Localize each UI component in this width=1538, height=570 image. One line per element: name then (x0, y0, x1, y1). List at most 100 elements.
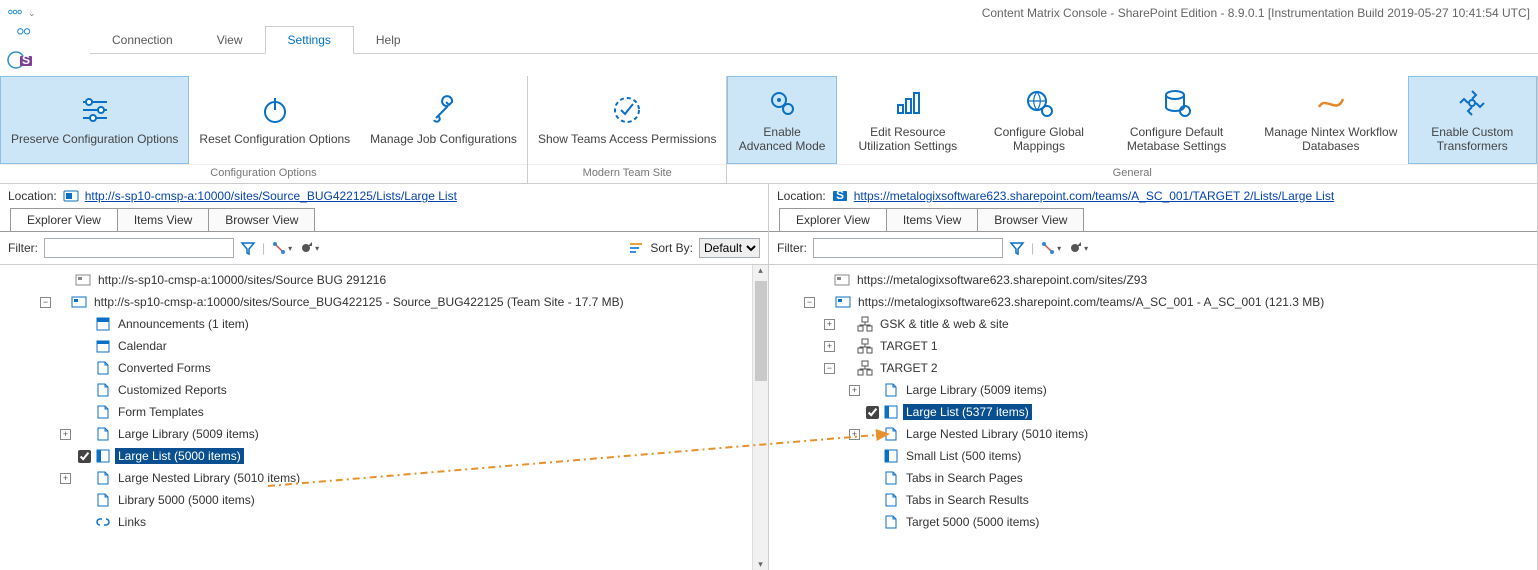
site-collection-icon (834, 272, 850, 288)
ribbon-enable-transformers[interactable]: Enable Custom Transformers (1408, 76, 1537, 164)
expander-minus[interactable]: − (804, 297, 815, 308)
refresh-icon[interactable]: ▾ (298, 240, 319, 256)
checkbox-large-list[interactable] (78, 450, 91, 463)
library-icon (95, 404, 111, 420)
tree-node-converted[interactable]: Converted Forms (115, 360, 214, 376)
ribbon-reset-config[interactable]: Reset Configuration Options (189, 76, 360, 164)
ribbon-show-teams-label: Show Teams Access Permissions (538, 132, 717, 146)
expander-plus[interactable]: + (824, 341, 835, 352)
ribbon-group-modern: Modern Team Site (528, 164, 727, 183)
tab-help[interactable]: Help (354, 27, 423, 53)
filter-label-right: Filter: (777, 241, 807, 255)
filter-input-left[interactable] (44, 238, 234, 258)
circles-row2-icon (6, 26, 44, 42)
ribbon-enable-advanced[interactable]: Enable Advanced Mode (727, 76, 836, 164)
tree-node-r-tabssp[interactable]: Tabs in Search Pages (903, 470, 1026, 486)
workflow-icon (1315, 87, 1347, 119)
ribbon-conf-global-label: Configure Global Mappings (989, 125, 1089, 154)
qat-dropdown-icon[interactable]: ⌄ (28, 8, 36, 19)
ribbon-preserve-config[interactable]: Preserve Configuration Options (0, 76, 189, 164)
filter-label-left: Filter: (8, 241, 38, 255)
filter-input-right[interactable] (813, 238, 1003, 258)
ribbon-group-config: Configuration Options (0, 164, 527, 183)
tree-node-z93[interactable]: https://metalogixsoftware623.sharepoint.… (854, 272, 1150, 288)
checkbox-large-list-target[interactable] (866, 406, 879, 419)
expander-minus[interactable]: − (824, 363, 835, 374)
left-tab-items[interactable]: Items View (117, 208, 209, 231)
tree-node-r-t5000[interactable]: Target 5000 (5000 items) (903, 514, 1042, 530)
sharepoint-app-icon: S (6, 46, 36, 74)
location-label-left: Location: (8, 189, 57, 203)
left-pane: Location: http://s-sp10-cmsp-a:10000/sit… (0, 184, 769, 570)
ribbon-enable-adv-label: Enable Advanced Mode (738, 125, 825, 154)
left-tree[interactable]: http://s-sp10-cmsp-a:10000/sites/Source … (0, 265, 768, 570)
tree-node-r-lnested[interactable]: Large Nested Library (5010 items) (903, 426, 1091, 442)
calendar-icon (95, 338, 111, 354)
tab-settings[interactable]: Settings (265, 26, 354, 54)
tree-node-gsk[interactable]: GSK & title & web & site (877, 316, 1012, 332)
tree-node-announcements[interactable]: Announcements (1 item) (115, 316, 252, 332)
funnel-icon[interactable] (1009, 240, 1025, 256)
ribbon-conf-meta-label: Configure Default Metabase Settings (1109, 125, 1244, 154)
location-link-right[interactable]: https://metalogixsoftware623.sharepoint.… (854, 189, 1334, 203)
tab-view[interactable]: View (195, 27, 265, 53)
expander-plus[interactable]: + (60, 473, 71, 484)
library-icon (883, 514, 899, 530)
ribbon-edit-resource[interactable]: Edit Resource Utilization Settings (837, 76, 979, 164)
tree-node-links[interactable]: Links (115, 514, 149, 530)
tree-node-large-library[interactable]: Large Library (5009 items) (115, 426, 262, 442)
ribbon-manage-job[interactable]: Manage Job Configurations (360, 76, 527, 164)
tree-node-r-tabssr[interactable]: Tabs in Search Results (903, 492, 1032, 508)
tree-node-form-templates[interactable]: Form Templates (115, 404, 207, 420)
tree-node-site1[interactable]: http://s-sp10-cmsp-a:10000/sites/Source … (95, 272, 389, 288)
expander-plus[interactable]: + (849, 429, 860, 440)
expander-plus[interactable]: + (849, 385, 860, 396)
tree-node-r-llist[interactable]: Large List (5377 items) (903, 404, 1032, 420)
ribbon-manage-job-label: Manage Job Configurations (370, 132, 517, 146)
tree-node-large-nested[interactable]: Large Nested Library (5010 items) (115, 470, 303, 486)
globe-gear-icon (1023, 87, 1055, 119)
tree-node-asc001[interactable]: https://metalogixsoftware623.sharepoint.… (855, 294, 1327, 310)
right-tab-browser[interactable]: Browser View (977, 208, 1084, 231)
bars-icon (892, 87, 924, 119)
transform-icon (1456, 87, 1488, 119)
tab-connection[interactable]: Connection (90, 27, 195, 53)
tree-node-customized[interactable]: Customized Reports (115, 382, 230, 398)
tree-node-large-list[interactable]: Large List (5000 items) (115, 448, 244, 464)
right-tab-explorer[interactable]: Explorer View (779, 208, 887, 231)
quick-access-toolbar: ⌄ (8, 5, 36, 22)
library-icon (95, 426, 111, 442)
expander-plus[interactable]: + (60, 429, 71, 440)
right-tab-items[interactable]: Items View (886, 208, 978, 231)
ribbon-show-teams[interactable]: Show Teams Access Permissions (528, 76, 727, 164)
tree-node-calendar[interactable]: Calendar (115, 338, 170, 354)
tree-node-r-llib[interactable]: Large Library (5009 items) (903, 382, 1050, 398)
tree-node-site2[interactable]: http://s-sp10-cmsp-a:10000/sites/Source_… (91, 294, 627, 310)
ribbon-configure-global[interactable]: Configure Global Mappings (979, 76, 1099, 164)
connect-icon[interactable]: ▾ (1040, 240, 1061, 256)
sort-select-left[interactable]: Default (699, 238, 760, 258)
expander-minus[interactable]: − (40, 297, 51, 308)
tree-node-library5000[interactable]: Library 5000 (5000 items) (115, 492, 258, 508)
list-icon (95, 316, 111, 332)
left-tab-explorer[interactable]: Explorer View (10, 208, 118, 231)
connect-icon[interactable]: ▾ (271, 240, 292, 256)
expander-plus[interactable]: + (824, 319, 835, 330)
links-icon (95, 514, 111, 530)
svg-text:S: S (836, 188, 844, 202)
right-tree[interactable]: https://metalogixsoftware623.sharepoint.… (769, 265, 1537, 570)
funnel-icon[interactable] (240, 240, 256, 256)
ribbon-configure-metabase[interactable]: Configure Default Metabase Settings (1099, 76, 1254, 164)
sort-icon[interactable] (628, 240, 644, 256)
left-tab-browser[interactable]: Browser View (208, 208, 315, 231)
tree-node-target1[interactable]: TARGET 1 (877, 338, 941, 354)
tree-node-r-small[interactable]: Small List (500 items) (903, 448, 1024, 464)
wrench-icon (428, 94, 460, 126)
refresh-icon[interactable]: ▾ (1067, 240, 1088, 256)
ribbon-manage-nintex[interactable]: Manage Nintex Workflow Databases (1254, 76, 1407, 164)
library-icon (883, 426, 899, 442)
location-label-right: Location: (777, 189, 826, 203)
tree-node-target2[interactable]: TARGET 2 (877, 360, 941, 376)
library-icon (883, 492, 899, 508)
location-link-left[interactable]: http://s-sp10-cmsp-a:10000/sites/Source_… (85, 189, 457, 203)
